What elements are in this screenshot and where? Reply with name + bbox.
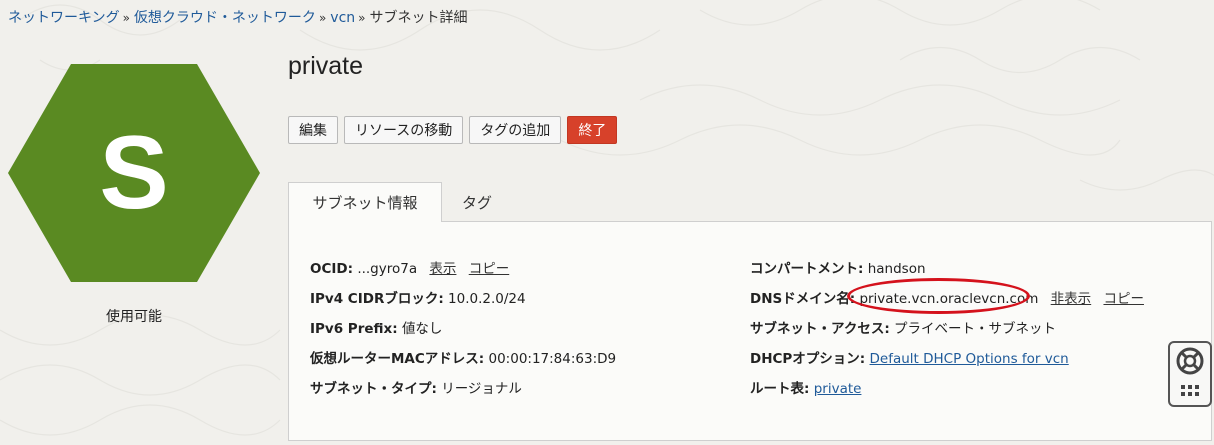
compartment-label: コンパートメント: [750,261,864,277]
breadcrumb-vcn-list[interactable]: 仮想クラウド・ネットワーク [134,10,316,26]
subnet-type-value: リージョナル [441,381,522,397]
ipv6-prefix-value: 値なし [401,321,443,337]
breadcrumb-separator: » [122,11,130,25]
ocid-copy-link[interactable]: コピー [469,261,510,277]
breadcrumb-current: サブネット詳細 [369,10,468,26]
add-tags-button[interactable]: タグの追加 [469,116,562,144]
ocid-row: OCID: ...gyro7a 表示 コピー [310,257,509,277]
subnet-type-label: サブネット・タイプ: [310,381,437,397]
help-widget[interactable] [1168,341,1212,407]
dhcp-options-link[interactable]: Default DHCP Options for vcn [870,351,1069,367]
page-title: private [288,52,364,80]
annotation-oval [847,278,1031,314]
mac-address-row: 仮想ルーターMACアドレス: 00:00:17:84:63:D9 [310,347,616,367]
dns-hide-link[interactable]: 非表示 [1051,291,1092,307]
dns-copy-link[interactable]: コピー [1103,291,1144,307]
tab-tags[interactable]: タグ [442,182,512,222]
ocid-label: OCID: [310,261,354,277]
ocid-value: ...gyro7a [357,261,418,277]
route-table-row: ルート表: private [750,377,861,397]
breadcrumb-separator: » [318,11,327,25]
subnet-icon-letter: S [99,114,169,231]
breadcrumb-separator: » [358,11,366,25]
life-ring-icon [1176,347,1204,396]
grid-dots-icon [1181,385,1199,396]
dns-domain-value-wrap: private.vcn.oraclevcn.com [847,278,1038,314]
dhcp-options-row: DHCPオプション: Default DHCP Options for vcn [750,347,1069,367]
mac-address-label: 仮想ルーターMACアドレス: [310,351,485,367]
edit-button[interactable]: 編集 [288,116,338,144]
subnet-info-panel: OCID: ...gyro7a 表示 コピー IPv4 CIDRブロック: 10… [288,221,1212,441]
dns-domain-label: DNSドメイン名: [750,291,856,307]
route-table-link[interactable]: private [814,381,862,397]
breadcrumb: ネットワーキング» 仮想クラウド・ネットワーク» vcn» サブネット詳細 [8,7,467,27]
dhcp-options-label: DHCPオプション: [750,351,866,367]
ipv4-cidr-value: 10.0.2.0/24 [448,291,526,307]
subnet-type-row: サブネット・タイプ: リージョナル [310,377,522,397]
ocid-show-link[interactable]: 表示 [429,261,456,277]
tab-bar: サブネット情報 タグ [288,182,512,222]
action-toolbar: 編集 リソースの移動 タグの追加 終了 [288,116,618,144]
subnet-access-row: サブネット・アクセス: プライベート・サブネット [750,317,1056,337]
subnet-hexagon-icon: S [8,64,260,282]
subnet-access-value: プライベート・サブネット [894,321,1057,337]
compartment-row: コンパートメント: handson [750,257,926,277]
breadcrumb-vcn[interactable]: vcn [330,10,355,26]
compartment-value: handson [867,261,926,277]
ipv6-prefix-row: IPv6 Prefix: 値なし [310,317,442,337]
breadcrumb-networking[interactable]: ネットワーキング [8,10,120,26]
ipv6-prefix-label: IPv6 Prefix: [310,321,398,337]
status-label: 使用可能 [106,309,162,325]
route-table-label: ルート表: [750,381,810,397]
tab-subnet-info[interactable]: サブネット情報 [288,182,442,222]
ipv4-cidr-row: IPv4 CIDRブロック: 10.0.2.0/24 [310,287,526,307]
ipv4-cidr-label: IPv4 CIDRブロック: [310,291,444,307]
subnet-access-label: サブネット・アクセス: [750,321,890,337]
dns-domain-row: DNSドメイン名: private.vcn.oraclevcn.com 非表示 … [750,278,1144,314]
terminate-button[interactable]: 終了 [567,116,618,144]
move-resource-button[interactable]: リソースの移動 [344,116,464,144]
mac-address-value: 00:00:17:84:63:D9 [488,351,617,367]
